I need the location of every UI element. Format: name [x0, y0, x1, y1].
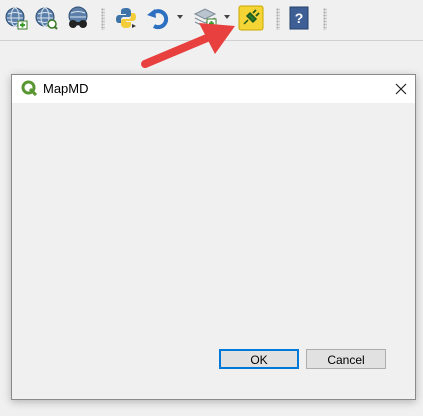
toolbar-grip[interactable]: [101, 8, 105, 30]
close-icon: [395, 83, 407, 95]
cancel-button[interactable]: Cancel: [306, 349, 386, 369]
dialog-title: MapMD: [43, 81, 89, 96]
close-button[interactable]: [387, 75, 415, 103]
dialog-titlebar[interactable]: MapMD: [12, 75, 415, 103]
qgis-icon: [21, 80, 38, 97]
annotation-arrow: [135, 14, 245, 74]
toolbar-grip[interactable]: [276, 8, 280, 30]
toolbar-grip[interactable]: [323, 8, 327, 30]
add-wfs-layer-icon[interactable]: [66, 6, 90, 30]
help-icon[interactable]: ?: [288, 6, 310, 30]
add-wms-layer-icon[interactable]: [4, 6, 28, 30]
svg-text:?: ?: [295, 10, 304, 26]
mapmd-dialog: MapMD OK Cancel: [11, 74, 416, 400]
add-wcs-layer-icon[interactable]: [34, 6, 58, 30]
ok-button[interactable]: OK: [219, 349, 299, 369]
